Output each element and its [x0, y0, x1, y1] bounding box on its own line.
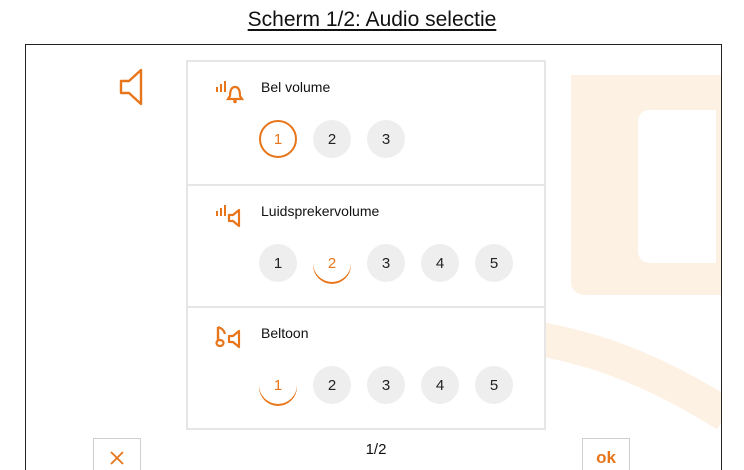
speaker-volume-options: 1 2 3 4 5: [259, 244, 513, 282]
section-label: Bel volume: [261, 79, 331, 95]
option-button[interactable]: 3: [367, 244, 405, 282]
bell-volume-icon: [216, 81, 244, 104]
option-button[interactable]: 2: [313, 120, 351, 158]
option-button[interactable]: 5: [475, 244, 513, 282]
speaker-icon: [119, 68, 143, 106]
section-ringtone: Beltoon 1 2 3 4 5: [188, 306, 544, 430]
ringtone-icon: [215, 325, 241, 349]
device-screen: Bel volume 1 2 3 Luidsprekervolume 1 2 3…: [25, 44, 722, 470]
option-button[interactable]: 1: [259, 120, 297, 158]
section-label: Beltoon: [261, 325, 309, 341]
ok-button[interactable]: ok: [582, 438, 630, 470]
ringtone-options: 1 2 3 4 5: [259, 366, 513, 404]
option-button[interactable]: 3: [367, 120, 405, 158]
option-button[interactable]: 1: [259, 244, 297, 282]
page-indicator: 1/2: [365, 441, 387, 458]
close-icon: [110, 450, 124, 465]
option-button[interactable]: 4: [421, 366, 459, 404]
option-button[interactable]: 2: [313, 244, 351, 282]
option-button[interactable]: 1: [259, 366, 297, 404]
cancel-button[interactable]: [93, 438, 141, 470]
speaker-volume-icon: [216, 205, 241, 228]
section-bell-volume: Bel volume 1 2 3: [188, 62, 544, 184]
bottom-bar: 1/2 ok: [26, 433, 721, 470]
bell-volume-options: 1 2 3: [259, 120, 405, 158]
option-button[interactable]: 4: [421, 244, 459, 282]
option-button[interactable]: 3: [367, 366, 405, 404]
section-speaker-volume: Luidsprekervolume 1 2 3 4 5: [188, 184, 544, 308]
section-label: Luidsprekervolume: [261, 203, 380, 219]
option-button[interactable]: 2: [313, 366, 351, 404]
page-title: Scherm 1/2: Audio selectie: [247, 8, 497, 31]
audio-settings-panel: Bel volume 1 2 3 Luidsprekervolume 1 2 3…: [186, 60, 546, 430]
option-button[interactable]: 5: [475, 366, 513, 404]
